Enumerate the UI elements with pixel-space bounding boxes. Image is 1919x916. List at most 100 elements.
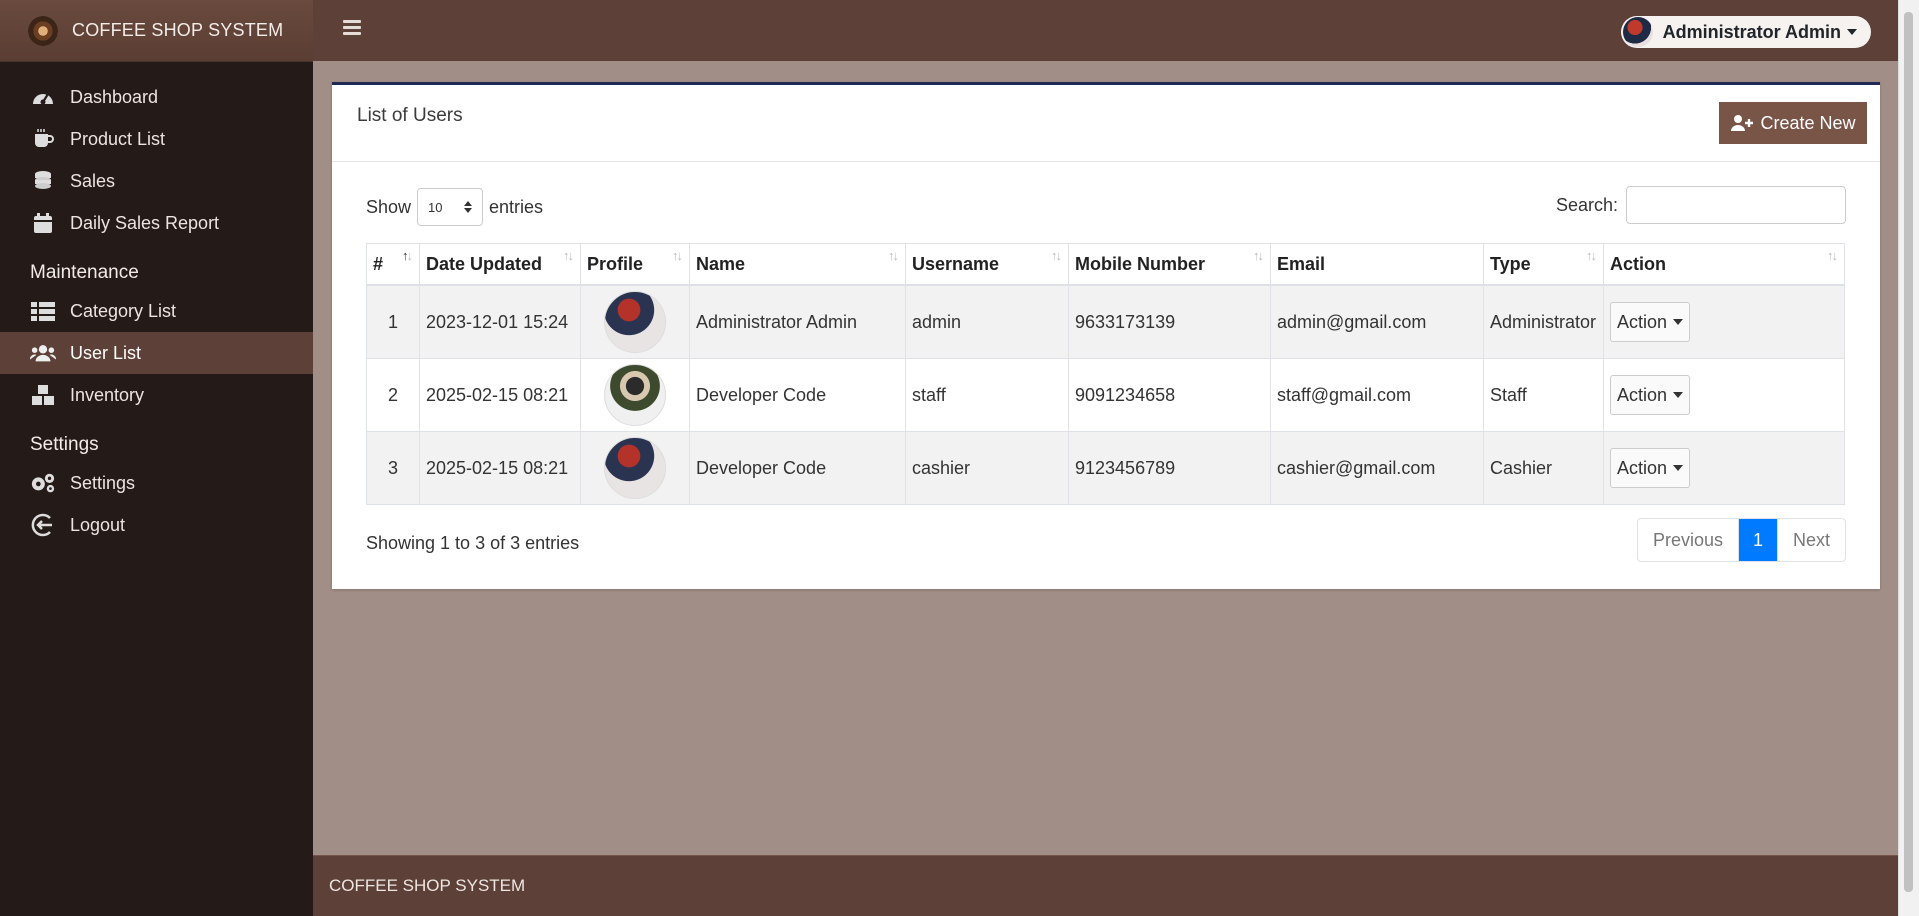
table-info: Showing 1 to 3 of 3 entries (366, 533, 580, 553)
cell-date-updated: 2023-12-01 15:24 (419, 284, 581, 359)
cell-number: 1 (366, 284, 420, 359)
menu-toggle-icon[interactable] (343, 20, 361, 36)
table-controls: Show 10 entries Search: (332, 162, 1880, 242)
sidebar-item-sales[interactable]: Sales (0, 160, 313, 202)
coins-icon (30, 170, 56, 192)
cell-mobile: 9633173139 (1068, 284, 1271, 359)
search-control: Search: (1556, 186, 1846, 224)
pagination-next[interactable]: Next (1776, 519, 1845, 561)
create-new-button[interactable]: Create New (1719, 102, 1867, 144)
sidebar-item-label: User List (70, 342, 142, 363)
sidebar-item-label: Category List (70, 300, 177, 321)
profile-avatar (604, 364, 666, 426)
sidebar-item-inventory[interactable]: Inventory (0, 374, 313, 416)
cell-mobile: 9123456789 (1068, 431, 1271, 505)
sidebar-item-logout[interactable]: Logout (0, 504, 313, 546)
action-dropdown-button[interactable]: Action (1610, 302, 1691, 342)
table-row: 1 2023-12-01 15:24 Administrator Admin a… (366, 284, 1845, 359)
users-card: List of Users Create New Show 10 entries… (332, 82, 1880, 589)
cell-date-updated: 2025-02-15 08:21 (419, 358, 581, 432)
sidebar-item-dashboard[interactable]: Dashboard (0, 76, 313, 118)
profile-avatar (604, 437, 666, 499)
boxes-icon (30, 384, 56, 406)
create-new-label: Create New (1760, 112, 1856, 133)
gears-icon (30, 472, 56, 494)
cell-number: 3 (366, 431, 420, 505)
column-header-number[interactable]: # ↑↓ (366, 243, 420, 286)
page-length-value: 10 (428, 199, 443, 215)
sidebar-item-label: Logout (70, 514, 126, 535)
cell-name: Developer Code (689, 358, 906, 432)
cell-email: cashier@gmail.com (1270, 431, 1484, 505)
action-dropdown-button[interactable]: Action (1610, 448, 1691, 488)
logout-icon (30, 513, 56, 537)
column-header-date-updated[interactable]: Date Updated ↑↓ (419, 243, 581, 286)
entries-label: entries (489, 196, 544, 217)
caret-down-icon (1673, 319, 1684, 325)
coffee-cup-icon (30, 128, 56, 150)
section-header-settings: Settings (30, 434, 99, 455)
pagination-page-1[interactable]: 1 (1737, 519, 1777, 561)
avatar (1622, 17, 1653, 47)
table-list-icon (30, 300, 56, 322)
user-name: Administrator Admin (1662, 21, 1841, 42)
page-title: List of Users (357, 105, 463, 126)
scrollbar-thumb[interactable] (1904, 12, 1913, 892)
cell-email: staff@gmail.com (1270, 358, 1484, 432)
sidebar-nav: Dashboard Product List Sales Daily Sales… (0, 62, 313, 546)
user-plus-icon (1731, 115, 1754, 131)
sidebar-item-label: Product List (70, 128, 166, 149)
column-header-name[interactable]: Name ↑↓ (689, 243, 906, 286)
page-length-select[interactable]: 10 (417, 188, 484, 226)
column-header-email[interactable]: Email (1270, 243, 1484, 286)
profile-avatar (604, 291, 666, 353)
sidebar-item-label: Sales (70, 170, 116, 191)
sidebar: COFFEE SHOP SYSTEM Dashboard Product Lis… (0, 0, 313, 916)
column-header-mobile-number[interactable]: Mobile Number ↑↓ (1068, 243, 1271, 286)
cell-number: 2 (366, 358, 420, 432)
cell-username: staff (905, 358, 1069, 432)
vertical-scrollbar[interactable] (1898, 0, 1919, 916)
page-length-control: Show 10 entries (366, 188, 543, 226)
cell-action: Action (1603, 284, 1845, 359)
brand[interactable]: COFFEE SHOP SYSTEM (0, 0, 313, 62)
caret-down-icon (1673, 465, 1684, 471)
sidebar-item-settings[interactable]: Settings (0, 462, 313, 504)
action-dropdown-button[interactable]: Action (1610, 375, 1691, 415)
cell-profile (580, 284, 690, 359)
pagination-previous[interactable]: Previous (1638, 519, 1738, 561)
cell-action: Action (1603, 358, 1845, 432)
coffee-logo-icon (28, 15, 58, 46)
footer-text: COFFEE SHOP SYSTEM (329, 876, 526, 895)
card-header: List of Users Create New (332, 85, 1880, 162)
column-header-action[interactable]: Action ↑↓ (1603, 243, 1845, 286)
caret-down-icon (1673, 392, 1684, 398)
column-header-username[interactable]: Username ↑↓ (905, 243, 1069, 286)
table-header-row: # ↑↓ Date Updated ↑↓ Profile ↑↓ Name ↑↓ User… (366, 243, 1845, 286)
cell-profile (580, 431, 690, 505)
cell-date-updated: 2025-02-15 08:21 (419, 431, 581, 505)
users-table: # ↑↓ Date Updated ↑↓ Profile ↑↓ Name ↑↓ User… (366, 243, 1845, 505)
cell-type: Cashier (1483, 431, 1604, 505)
column-header-type[interactable]: Type ↑↓ (1483, 243, 1604, 286)
sidebar-item-label: Settings (70, 472, 136, 493)
show-label: Show (366, 196, 412, 217)
top-navbar: Administrator Admin (313, 0, 1899, 61)
sidebar-item-user-list[interactable]: User List (0, 332, 313, 374)
sidebar-item-category-list[interactable]: Category List (0, 290, 313, 332)
column-header-profile[interactable]: Profile ↑↓ (580, 243, 690, 286)
sidebar-item-label: Daily Sales Report (70, 212, 220, 233)
cell-type: Administrator (1483, 284, 1604, 359)
page-footer: COFFEE SHOP SYSTEM (313, 855, 1899, 916)
sidebar-item-label: Dashboard (70, 86, 159, 107)
caret-down-icon (1847, 29, 1857, 35)
user-menu-dropdown[interactable]: Administrator Admin (1620, 16, 1871, 48)
sidebar-item-product-list[interactable]: Product List (0, 118, 313, 160)
cell-profile (580, 358, 690, 432)
cell-mobile: 9091234658 (1068, 358, 1271, 432)
search-input[interactable] (1626, 186, 1846, 224)
table-row: 2 2025-02-15 08:21 Developer Code staff … (366, 358, 1845, 432)
sidebar-item-daily-sales-report[interactable]: Daily Sales Report (0, 202, 313, 244)
users-icon (30, 342, 56, 364)
section-header-maintenance: Maintenance (30, 262, 139, 283)
